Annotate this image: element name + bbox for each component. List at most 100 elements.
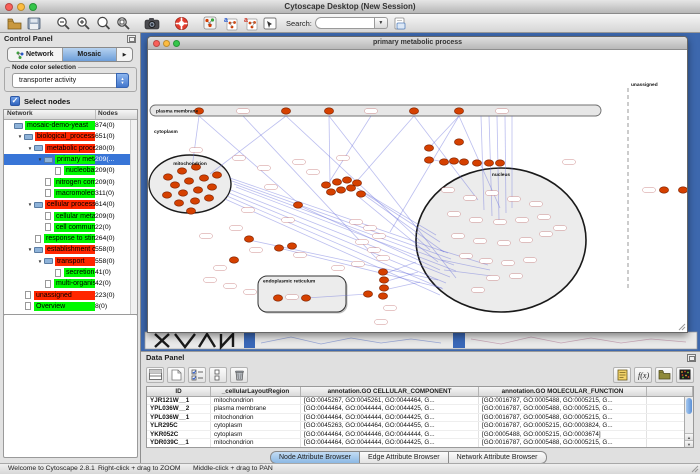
minimize-button[interactable] xyxy=(17,3,25,11)
network-node[interactable] xyxy=(346,185,355,191)
network-node[interactable] xyxy=(449,158,458,164)
network-node[interactable] xyxy=(212,172,221,178)
network-node[interactable] xyxy=(495,160,504,166)
net-close-button[interactable] xyxy=(153,40,160,47)
table-column-header[interactable]: _cellularLayoutRegion xyxy=(211,387,301,396)
table-column-header[interactable]: ID xyxy=(147,387,211,396)
zoom-fit-icon[interactable] xyxy=(94,15,112,32)
network-node[interactable] xyxy=(678,187,687,193)
tree-row[interactable]: multi-organism pro42(0) xyxy=(4,278,137,289)
network-node[interactable] xyxy=(274,245,283,251)
network-node[interactable] xyxy=(326,189,335,195)
attribute-list-icon[interactable] xyxy=(209,367,227,383)
network-node[interactable] xyxy=(287,243,296,249)
tab-overflow-arrow-icon[interactable]: ▶ xyxy=(117,48,132,61)
network-node[interactable] xyxy=(207,184,216,190)
tree-row[interactable]: nucleobase-209(0) xyxy=(4,165,137,176)
scroll-down-icon[interactable]: ▼ xyxy=(685,440,693,447)
network-node[interactable] xyxy=(162,192,171,198)
network-node[interactable] xyxy=(174,200,183,206)
copy-edge-attributes-icon[interactable]: a xyxy=(241,15,259,32)
network-node[interactable] xyxy=(190,198,199,204)
tree-row[interactable]: nitrogen compo209(0) xyxy=(4,176,137,187)
table-row[interactable]: YDR039C__1mitochondrion[GO:0044464, GO:0… xyxy=(147,439,693,447)
network-node[interactable] xyxy=(379,277,388,283)
network-node[interactable] xyxy=(244,236,253,242)
network-node[interactable] xyxy=(170,182,179,188)
table-row[interactable]: YPL036W__1mitochondrion[GO:0044464, GO:0… xyxy=(147,414,693,422)
network-window-titlebar[interactable]: primary metabolic process xyxy=(148,37,687,50)
attribute-matrix-icon[interactable] xyxy=(676,367,694,383)
snapshot-icon[interactable] xyxy=(143,15,161,32)
import-attributes-icon[interactable] xyxy=(655,367,673,383)
tree-row[interactable]: Overview8(0) xyxy=(4,301,137,312)
network-node[interactable] xyxy=(454,139,463,145)
tree-row[interactable]: macromolecule311(0) xyxy=(4,188,137,199)
table-scrollbar-thumb[interactable] xyxy=(686,398,692,414)
table-row[interactable]: YJR121W__1mitochondrion[GO:0045267, GO:0… xyxy=(147,397,693,405)
network-node[interactable] xyxy=(472,160,481,166)
network-node[interactable] xyxy=(439,159,448,165)
network-node[interactable] xyxy=(177,168,186,174)
formula-builder-icon[interactable]: f(x) xyxy=(634,367,652,383)
network-node[interactable] xyxy=(379,285,388,291)
tab-mosaic[interactable]: Mosaic xyxy=(63,48,118,61)
network-node[interactable] xyxy=(301,295,310,301)
net-zoom-button[interactable] xyxy=(173,40,180,47)
network-node[interactable] xyxy=(163,174,172,180)
network-node[interactable] xyxy=(281,108,290,114)
advanced-search-icon[interactable] xyxy=(392,15,410,32)
new-attribute-icon[interactable] xyxy=(167,367,185,383)
search-options-icon[interactable]: ▼ xyxy=(375,17,388,29)
select-attributes-icon[interactable] xyxy=(188,367,206,383)
network-node[interactable] xyxy=(378,293,387,299)
network-node[interactable] xyxy=(378,269,387,275)
network-node[interactable] xyxy=(459,159,468,165)
select-nodes-checkbox[interactable]: ✓ xyxy=(10,96,20,106)
network-node[interactable] xyxy=(184,178,193,184)
table-row[interactable]: YKR052Ccytoplasm[GO:0044464, GO:0044446,… xyxy=(147,431,693,439)
network-node[interactable] xyxy=(342,177,351,183)
close-button[interactable] xyxy=(5,3,13,11)
network-node[interactable] xyxy=(409,108,418,114)
float-data-panel-icon[interactable] xyxy=(687,354,696,362)
table-column-header[interactable]: annotation.GO MOLECULAR_FUNCTION xyxy=(479,387,647,396)
network-node[interactable] xyxy=(186,208,195,214)
network-node[interactable] xyxy=(659,187,668,193)
window-controls[interactable] xyxy=(5,3,37,11)
table-scrollbar[interactable]: ▲ ▼ xyxy=(684,397,693,447)
tree-col-network[interactable]: Network xyxy=(4,110,95,119)
zoom-button[interactable] xyxy=(29,3,37,11)
tree-scrollbar[interactable] xyxy=(130,120,137,314)
table-row[interactable]: YLR295Ccytoplasm[GO:0045263, GO:0044464,… xyxy=(147,422,693,430)
network-node[interactable] xyxy=(332,179,341,185)
network-node[interactable] xyxy=(356,191,365,197)
attribute-table[interactable]: ID_cellularLayoutRegionannotation.GO CEL… xyxy=(146,386,694,448)
help-icon[interactable] xyxy=(172,15,190,32)
network-node[interactable] xyxy=(178,190,187,196)
network-node[interactable] xyxy=(293,202,302,208)
table-mode-icon[interactable] xyxy=(146,367,164,383)
tree-row[interactable]: mosaic-demo-yeast874(0) xyxy=(4,120,137,131)
tree-row[interactable]: cell communicat22(0) xyxy=(4,222,137,233)
tree-row[interactable]: cellular metabo209(0) xyxy=(4,210,137,221)
network-node[interactable] xyxy=(229,257,238,263)
delete-attribute-icon[interactable] xyxy=(230,367,248,383)
zoom-selected-region-icon[interactable] xyxy=(114,15,132,32)
table-column-header[interactable]: annotation.GO CELLULAR_COMPONENT xyxy=(301,387,479,396)
network-canvas[interactable]: plasma membranecytoplasmmitochondrionnuc… xyxy=(148,50,687,332)
open-session-icon[interactable] xyxy=(5,15,23,32)
new-network-icon[interactable] xyxy=(201,15,219,32)
save-session-icon[interactable] xyxy=(25,15,43,32)
network-node[interactable] xyxy=(324,108,333,114)
tree-row[interactable]: ▼cellular process614(0) xyxy=(4,199,137,210)
network-node[interactable] xyxy=(321,182,330,188)
float-panel-icon[interactable] xyxy=(127,35,136,43)
network-node[interactable] xyxy=(204,195,213,201)
search-input[interactable] xyxy=(315,17,375,29)
tree-row[interactable]: secretion41(0) xyxy=(4,267,137,278)
table-row[interactable]: YPL036W__2plasma membrane[GO:0044464, GO… xyxy=(147,405,693,413)
tree-row[interactable]: response to stimulu264(0) xyxy=(4,233,137,244)
annotation-tool-icon[interactable] xyxy=(261,15,279,32)
window-resize-grip[interactable] xyxy=(678,323,686,331)
